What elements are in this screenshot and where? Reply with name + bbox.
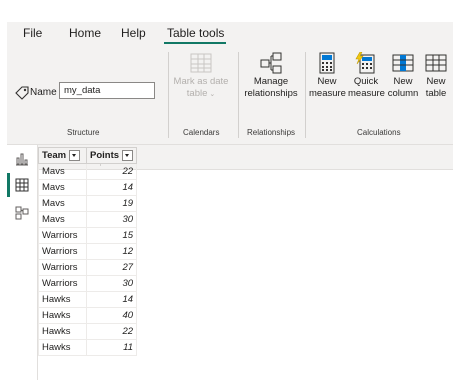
model-view-button[interactable] (7, 201, 37, 225)
table-view-icon (15, 178, 29, 192)
team-cell[interactable]: Hawks (38, 323, 87, 340)
table-row: Hawks 11 (38, 339, 138, 356)
table-row: Warriors 27 (38, 259, 138, 276)
team-cell[interactable]: Mavs (38, 179, 87, 196)
calendars-group-label: Calendars (183, 128, 220, 137)
team-cell[interactable]: Hawks (38, 291, 87, 308)
points-cell[interactable]: 19 (85, 195, 138, 212)
quick-measure-icon (355, 52, 375, 74)
view-rail (7, 145, 38, 380)
points-cell[interactable]: 15 (85, 227, 138, 244)
points-cell[interactable]: 14 (85, 179, 138, 196)
table-row: Warriors 30 (38, 275, 138, 292)
table-row: Warriors 15 (38, 227, 138, 244)
data-table: Team Points Mavs 22 Mavs 14 Mavs 19 Mavs 30 … (38, 147, 138, 356)
points-cell[interactable]: 30 (85, 211, 138, 228)
points-cell[interactable]: 11 (85, 339, 138, 356)
column-header-label: Team (42, 150, 67, 161)
table-name-input[interactable] (59, 82, 155, 99)
table-row: Mavs 14 (38, 179, 138, 196)
column-header-team[interactable]: Team (38, 147, 87, 164)
quick-measure-button[interactable]: Quick measure (348, 52, 385, 100)
team-cell[interactable]: Mavs (38, 195, 87, 212)
active-view-indicator (7, 173, 10, 197)
name-label: Name (30, 87, 57, 98)
table-row: Mavs 19 (38, 195, 138, 212)
new-measure-line2: measure (309, 88, 346, 99)
tag-icon (15, 86, 29, 100)
table-row: Hawks 22 (38, 323, 138, 340)
filter-dropdown-icon[interactable] (69, 149, 81, 161)
calendar-table-icon (190, 53, 212, 73)
tab-table-tools[interactable]: Table tools (167, 26, 224, 40)
table-row: Mavs 22 (38, 163, 138, 180)
mark-as-date-table-button[interactable]: Mark as date table ⌄ (173, 52, 229, 101)
team-cell[interactable]: Warriors (38, 259, 87, 276)
manage-relationships-button[interactable]: Manage relationships (241, 52, 301, 100)
table-row: Warriors 12 (38, 243, 138, 260)
new-table-icon (425, 54, 447, 72)
report-view-button[interactable] (7, 147, 37, 171)
tab-help[interactable]: Help (121, 26, 146, 40)
relationships-icon (260, 52, 282, 74)
new-column-icon (392, 54, 414, 72)
new-table-button[interactable]: New table (421, 52, 451, 100)
manage-line1: Manage (253, 76, 289, 87)
team-cell[interactable]: Hawks (38, 307, 87, 324)
table-row: Hawks 40 (38, 307, 138, 324)
relationships-group-label: Relationships (247, 128, 296, 137)
power-bi-window: File Home Help Table tools Name Structur… (7, 22, 453, 380)
filter-dropdown-icon[interactable] (122, 149, 134, 161)
table-row: Mavs 30 (38, 211, 138, 228)
manage-line2: relationships (244, 88, 298, 99)
ribbon: Name Structure Mark as date table ⌄ Cale… (7, 44, 453, 145)
calculator-icon (319, 52, 335, 74)
team-cell[interactable]: Hawks (38, 339, 87, 356)
points-cell[interactable]: 27 (85, 259, 138, 276)
points-cell[interactable]: 40 (85, 307, 138, 324)
group-divider (238, 52, 239, 138)
new-measure-button[interactable]: New measure (309, 52, 346, 100)
new-table-line1: New (426, 76, 446, 87)
data-grid: Team Points Mavs 22 Mavs 14 Mavs 19 Mavs 30 … (38, 147, 138, 356)
column-header-label: Points (90, 150, 120, 161)
quick-measure-line2: measure (348, 88, 385, 99)
tab-file[interactable]: File (23, 26, 42, 40)
column-header-points[interactable]: Points (85, 147, 138, 164)
points-cell[interactable]: 12 (85, 243, 138, 260)
report-view-icon (16, 153, 28, 166)
new-column-line2: column (387, 88, 419, 99)
mark-date-line2: table (186, 88, 208, 99)
points-cell[interactable]: 30 (85, 275, 138, 292)
new-column-line1: New (393, 76, 413, 87)
new-table-line2: table (425, 88, 447, 99)
team-cell[interactable]: Mavs (38, 211, 87, 228)
group-divider (305, 52, 306, 138)
menu-bar: File Home Help Table tools (7, 22, 453, 44)
points-cell[interactable]: 22 (85, 163, 138, 180)
new-measure-line1: New (317, 76, 337, 87)
team-cell[interactable]: Warriors (38, 275, 87, 292)
team-cell[interactable]: Warriors (38, 243, 87, 260)
team-cell[interactable]: Warriors (38, 227, 87, 244)
table-view-button[interactable] (7, 173, 37, 197)
mark-date-line1: Mark as date (173, 76, 229, 87)
header-row: Team Points (38, 147, 138, 164)
new-column-button[interactable]: New column (386, 52, 420, 100)
points-cell[interactable]: 22 (85, 323, 138, 340)
quick-measure-line1: Quick (353, 76, 379, 87)
table-row: Hawks 14 (38, 291, 138, 308)
points-cell[interactable]: 14 (85, 291, 138, 308)
model-view-icon (15, 206, 29, 220)
structure-group-label: Structure (67, 128, 100, 137)
group-divider (168, 52, 169, 138)
team-cell[interactable]: Mavs (38, 163, 87, 180)
calculations-group-label: Calculations (357, 128, 401, 137)
tab-home[interactable]: Home (69, 26, 101, 40)
